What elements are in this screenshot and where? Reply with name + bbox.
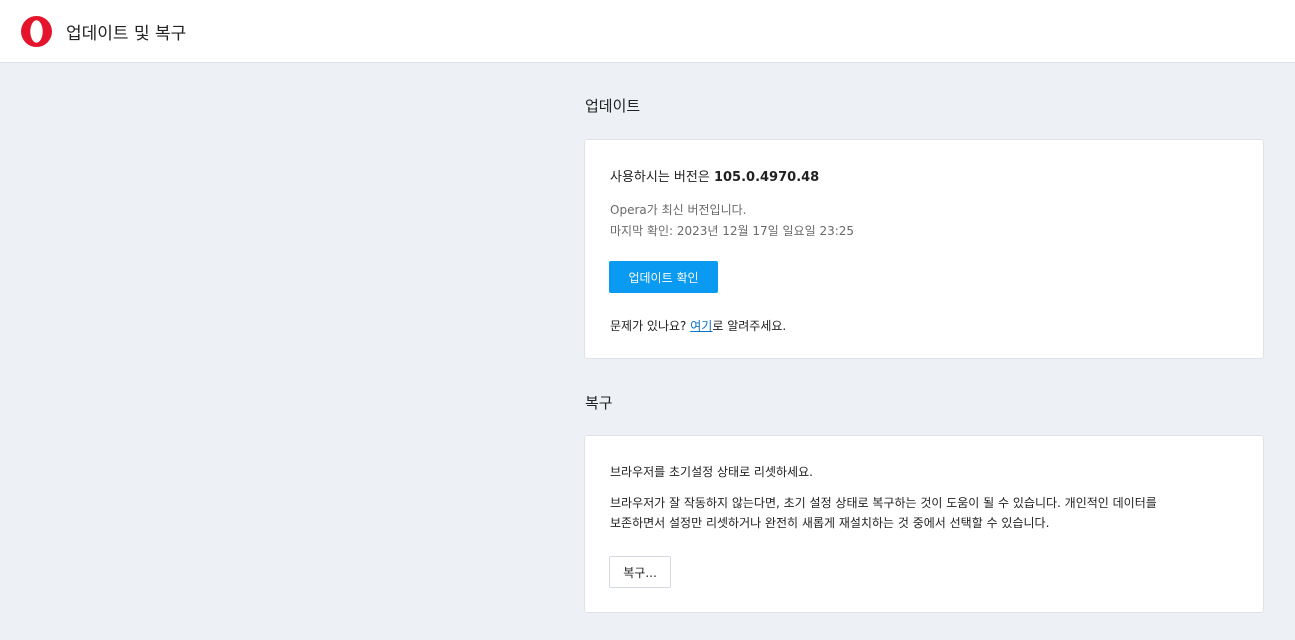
recovery-description-line2: 보존하면서 설정만 리셋하거나 완전히 새롭게 재설치하는 것 중에서 선택할 …	[610, 516, 1050, 530]
version-number: 105.0.4970.48	[713, 170, 820, 185]
problem-suffix: 로 알려주세요.	[712, 319, 787, 333]
recovery-description-line1: 브라우저가 잘 작동하지 않는다면, 초기 설정 상태로 복구하는 것이 도움이…	[610, 496, 1157, 510]
update-status: Opera가 최신 버전입니다.	[610, 203, 747, 217]
update-section-title: 업데이트	[585, 97, 641, 115]
version-label: 사용하시는 버전은	[610, 170, 710, 185]
report-here-link[interactable]: 여기	[690, 319, 712, 333]
problem-report: 문제가 있나요? 여기로 알려주세요.	[610, 317, 786, 334]
version-info: 사용하시는 버전은 105.0.4970.48	[610, 166, 819, 185]
opera-logo-icon	[21, 16, 52, 47]
recovery-card: 브라우저를 초기설정 상태로 리셋하세요. 브라우저가 잘 작동하지 않는다면,…	[584, 435, 1264, 613]
check-update-button[interactable]: 업데이트 확인	[609, 261, 718, 293]
recover-button[interactable]: 복구...	[609, 556, 671, 588]
problem-prefix: 문제가 있나요?	[610, 319, 691, 333]
last-checked: 마지막 확인: 2023년 12월 17일 일요일 23:25	[610, 224, 855, 238]
recovery-section-title: 복구	[585, 394, 613, 412]
page-title: 업데이트 및 복구	[66, 24, 187, 44]
recovery-heading: 브라우저를 초기설정 상태로 리셋하세요.	[610, 465, 813, 479]
app-header: 업데이트 및 복구	[0, 0, 1295, 63]
update-card: 사용하시는 버전은 105.0.4970.48 Opera가 최신 버전입니다.…	[584, 139, 1264, 359]
